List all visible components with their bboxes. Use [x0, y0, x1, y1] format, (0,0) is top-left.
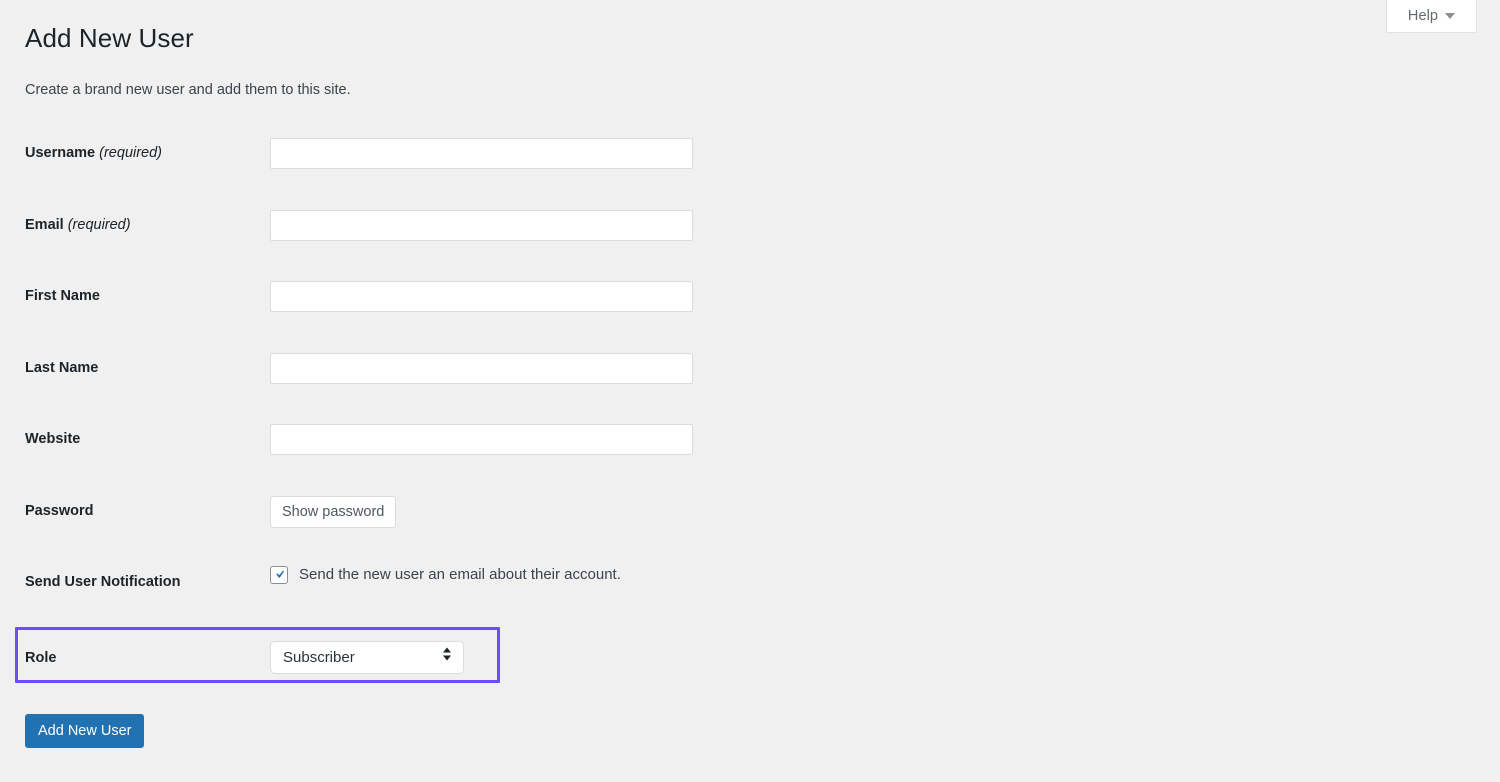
submit-area: Add New User — [25, 714, 145, 748]
label-role: Role — [0, 631, 270, 673]
label-first-name-text: First Name — [25, 288, 100, 304]
label-role-text: Role — [25, 649, 57, 666]
label-password-text: Password — [25, 502, 94, 519]
field-last-name-wrap — [270, 345, 1500, 384]
label-first-name: First Name — [0, 273, 270, 311]
label-password: Password — [0, 488, 270, 526]
form-row-send-user-notification: Send User Notification Send the new user… — [0, 559, 1500, 631]
chevron-down-icon — [1445, 13, 1456, 19]
add-new-user-form: Username (required) Email (required) Fir… — [0, 130, 1500, 702]
label-website: Website — [0, 416, 270, 454]
field-password-wrap: Show password — [270, 488, 1500, 528]
label-email-text: Email — [25, 216, 64, 233]
label-email: Email (required) — [0, 202, 270, 240]
field-email-wrap — [270, 202, 1500, 241]
form-row-first-name: First Name — [0, 273, 1500, 345]
form-row-role: Role Subscriber — [0, 631, 1500, 703]
stepper-up-arrow — [443, 647, 451, 653]
email-input[interactable] — [270, 209, 693, 241]
username-input[interactable] — [270, 138, 693, 169]
label-username-required: (required) — [95, 145, 163, 161]
add-new-user-submit-button[interactable]: Add New User — [25, 714, 145, 748]
help-tab[interactable]: Help — [1386, 0, 1477, 33]
page-subtitle: Create a brand new user and add them to … — [25, 82, 351, 98]
field-send-user-notification-wrap: Send the new user an email about their a… — [270, 559, 1500, 585]
label-username-text: Username — [25, 145, 96, 161]
label-last-name: Last Name — [0, 345, 270, 383]
website-input[interactable] — [270, 424, 693, 455]
role-select[interactable]: Subscriber — [270, 640, 464, 674]
role-select-value: Subscriber — [283, 648, 355, 666]
label-send-user-notification-text: Send User Notification — [25, 574, 181, 590]
form-row-last-name: Last Name — [0, 345, 1500, 417]
stepper-down-arrow — [443, 655, 451, 661]
form-row-username: Username (required) — [0, 130, 1500, 202]
label-username: Username (required) — [0, 130, 270, 168]
stepper-up-down-icon — [443, 647, 452, 667]
last-name-input[interactable] — [270, 352, 693, 384]
label-last-name-text: Last Name — [25, 359, 99, 376]
help-tab-label: Help — [1407, 8, 1439, 24]
page-title: Add New User — [25, 23, 194, 53]
show-password-button[interactable]: Show password — [270, 495, 397, 528]
checkmark-icon — [276, 570, 285, 578]
label-send-user-notification: Send User Notification — [0, 559, 270, 597]
field-website-wrap — [270, 416, 1500, 455]
label-website-text: Website — [25, 431, 81, 447]
label-email-required: (required) — [63, 216, 131, 233]
field-role-wrap: Subscriber — [270, 631, 1500, 679]
form-row-email: Email (required) — [0, 202, 1500, 274]
send-notification-checkbox[interactable] — [270, 566, 288, 584]
form-row-website: Website — [0, 416, 1500, 488]
send-notification-label: Send the new user an email about their a… — [299, 566, 621, 583]
field-first-name-wrap — [270, 273, 1500, 312]
form-row-password: Password Show password — [0, 488, 1500, 560]
first-name-input[interactable] — [270, 281, 693, 312]
field-username-wrap — [270, 130, 1500, 169]
